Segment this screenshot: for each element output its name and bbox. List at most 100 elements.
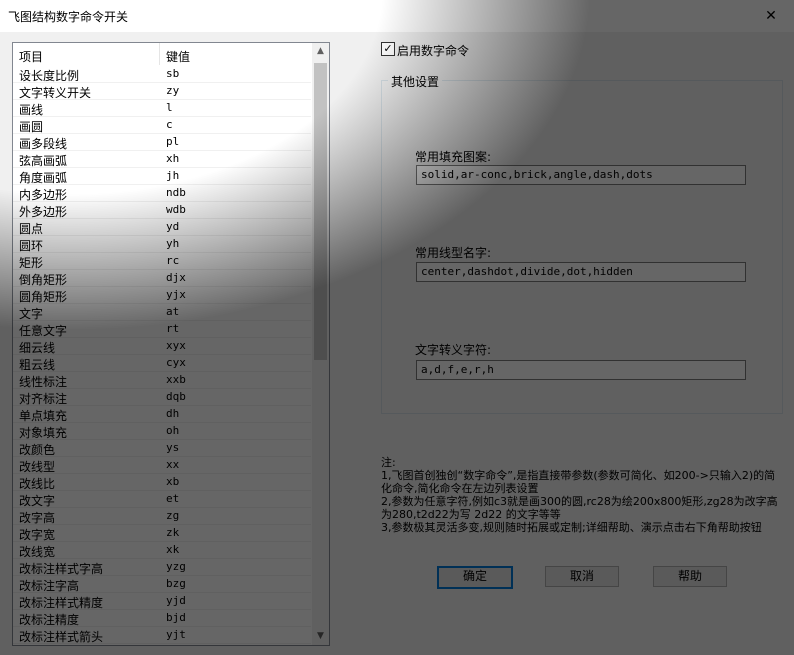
list-row[interactable]: 改颜色 ys: [13, 440, 311, 457]
list-row[interactable]: 改线比 xb: [13, 474, 311, 491]
row-label: 画多段线: [19, 137, 68, 151]
row-key: oh: [166, 424, 180, 437]
list-row[interactable]: 改线宽 xk: [13, 542, 311, 559]
enable-checkbox[interactable]: ✓: [381, 42, 395, 56]
row-label: 圆点: [19, 222, 44, 236]
fill-pattern-field[interactable]: solid,ar-conc,brick,angle,dash,dots: [416, 165, 746, 185]
list-row[interactable]: 画线 l: [13, 100, 311, 117]
row-label: 文字转义开关: [19, 86, 92, 100]
row-label: 矩形: [19, 256, 44, 270]
row-label: 画线: [19, 103, 44, 117]
list-row[interactable]: 弦高画弧 xh: [13, 151, 311, 168]
list-row[interactable]: 圆点 yd: [13, 219, 311, 236]
list-row[interactable]: 圆环 yh: [13, 236, 311, 253]
row-key: wdb: [166, 203, 186, 216]
scroll-down-icon[interactable]: ▼: [312, 628, 329, 645]
row-key: pl: [166, 135, 180, 148]
column-divider[interactable]: [159, 43, 160, 65]
cancel-button[interactable]: 取消: [545, 566, 619, 587]
enable-label[interactable]: 启用数字命令: [397, 42, 469, 59]
title-bar: 飞图结构数字命令开关 ✕: [0, 0, 794, 32]
list-row[interactable]: 对象填充 oh: [13, 423, 311, 440]
close-icon[interactable]: ✕: [752, 2, 790, 30]
row-label: 改标注样式字高: [19, 562, 104, 576]
list-row[interactable]: 改标注箭头 bjt: [13, 644, 311, 646]
note-line-3: 3,参数极其灵活多变,规则随时拓展或定制;详细帮助、演示点击右下角帮助按钮: [381, 521, 762, 534]
list-row[interactable]: 改字宽 zk: [13, 525, 311, 542]
row-key: yjd: [166, 594, 186, 607]
column-header-key[interactable]: 键值: [166, 48, 190, 65]
list-row[interactable]: 文字转义开关 zy: [13, 83, 311, 100]
list-row[interactable]: 改标注精度 bjd: [13, 610, 311, 627]
linetype-field[interactable]: center,dashdot,divide,dot,hidden: [416, 262, 746, 282]
row-label: 改字高: [19, 511, 56, 525]
list-row[interactable]: 任意文字 rt: [13, 321, 311, 338]
row-key: at: [166, 305, 180, 318]
list-row[interactable]: 改文字 et: [13, 491, 311, 508]
list-row[interactable]: 粗云线 cyx: [13, 355, 311, 372]
row-label: 圆角矩形: [19, 290, 68, 304]
other-settings-group: 其他设置 常用填充图案: solid,ar-conc,brick,angle,d…: [381, 73, 783, 414]
row-label: 改标注样式精度: [19, 596, 104, 610]
row-key: xb: [166, 475, 180, 488]
row-key: bjt: [166, 645, 186, 646]
row-label: 文字: [19, 307, 44, 321]
list-row[interactable]: 改字高 zg: [13, 508, 311, 525]
row-key: jh: [166, 169, 180, 182]
list-row[interactable]: 角度画弧 jh: [13, 168, 311, 185]
row-key: xyx: [166, 339, 186, 352]
help-button[interactable]: 帮助: [653, 566, 727, 587]
note-heading: 注:: [381, 456, 396, 469]
row-key: ys: [166, 441, 180, 454]
list-row[interactable]: 画圆 c: [13, 117, 311, 134]
row-label: 单点填充: [19, 409, 68, 423]
row-key: c: [166, 118, 173, 131]
column-header-item[interactable]: 项目: [19, 48, 43, 65]
row-key: dqb: [166, 390, 186, 403]
row-key: yjx: [166, 288, 186, 301]
list-row[interactable]: 单点填充 dh: [13, 406, 311, 423]
list-row[interactable]: 设长度比例 sb: [13, 66, 311, 83]
escape-char-label: 文字转义字符:: [415, 343, 492, 357]
list-row[interactable]: 内多边形 ndb: [13, 185, 311, 202]
list-row[interactable]: 改标注字高 bzg: [13, 576, 311, 593]
row-label: 改线比: [19, 477, 56, 491]
list-row[interactable]: 对齐标注 dqb: [13, 389, 311, 406]
row-key: rt: [166, 322, 180, 335]
note-line-1: 1,飞图首创独创“数字命令”,是指直接带参数(参数可简化、如200->只输入2)…: [381, 469, 776, 495]
ok-button[interactable]: 确定: [437, 566, 513, 589]
row-label: 外多边形: [19, 205, 68, 219]
row-key: rc: [166, 254, 180, 267]
list-row[interactable]: 矩形 rc: [13, 253, 311, 270]
list-row[interactable]: 细云线 xyx: [13, 338, 311, 355]
list-row[interactable]: 改线型 xx: [13, 457, 311, 474]
scroll-up-icon[interactable]: ▲: [312, 43, 329, 60]
scroll-thumb[interactable]: [314, 63, 327, 360]
dialog-window: 飞图结构数字命令开关 ✕ 项目 键值 设长度比例 sb 文字转义开关 zy 画线 l 画圆 c…: [0, 0, 794, 655]
list-row[interactable]: 圆角矩形 yjx: [13, 287, 311, 304]
row-key: yzg: [166, 560, 186, 573]
group-title: 其他设置: [388, 73, 443, 90]
row-label: 粗云线: [19, 358, 56, 372]
row-key: bjd: [166, 611, 186, 624]
list-row[interactable]: 外多边形 wdb: [13, 202, 311, 219]
row-key: yjt: [166, 628, 186, 641]
list-row[interactable]: 改标注样式精度 yjd: [13, 593, 311, 610]
row-label: 改字宽: [19, 528, 56, 542]
list-row[interactable]: 倒角矩形 djx: [13, 270, 311, 287]
command-list[interactable]: 项目 键值 设长度比例 sb 文字转义开关 zy 画线 l 画圆 c 画多段线 pl 弦高画弧 xh 角…: [12, 42, 330, 646]
list-scrollbar[interactable]: ▲ ▼: [312, 43, 329, 645]
linetype-label: 常用线型名字:: [415, 246, 492, 260]
row-label: 对象填充: [19, 426, 68, 440]
list-row[interactable]: 线性标注 xxb: [13, 372, 311, 389]
row-label: 对齐标注: [19, 392, 68, 406]
row-label: 圆环: [19, 239, 44, 253]
row-key: yd: [166, 220, 180, 233]
list-row[interactable]: 文字 at: [13, 304, 311, 321]
list-row[interactable]: 改标注样式箭头 yjt: [13, 627, 311, 644]
row-label: 改标注样式箭头: [19, 630, 104, 644]
escape-char-field[interactable]: a,d,f,e,r,h: [416, 360, 746, 380]
list-row[interactable]: 改标注样式字高 yzg: [13, 559, 311, 576]
list-header: 项目 键值: [13, 43, 311, 65]
list-row[interactable]: 画多段线 pl: [13, 134, 311, 151]
